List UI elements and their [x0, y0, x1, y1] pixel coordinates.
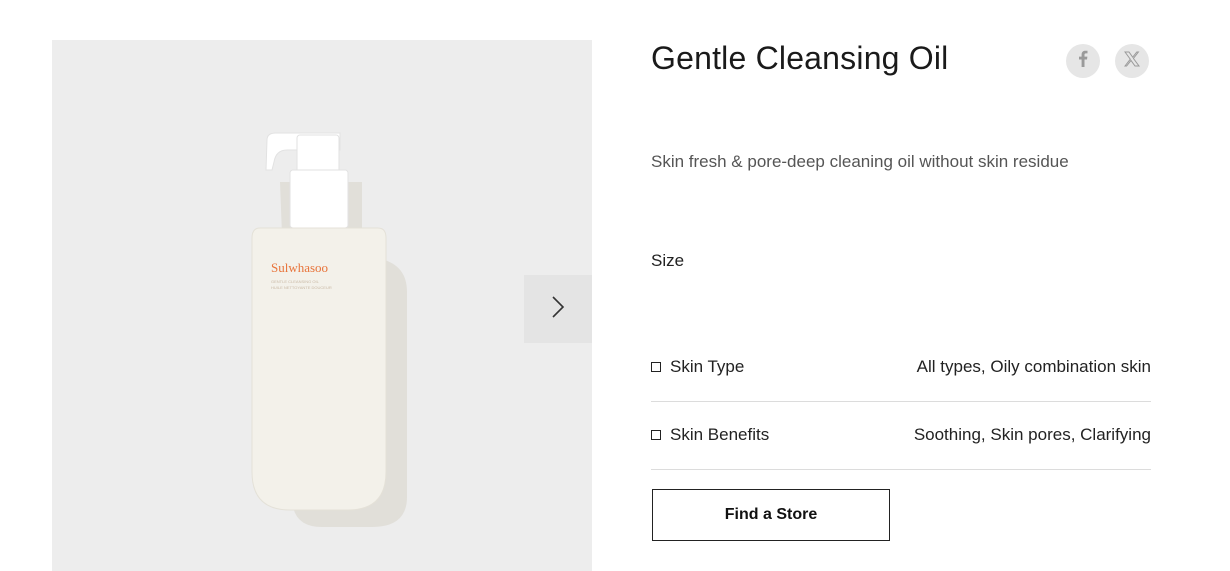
share-x-button[interactable] — [1115, 44, 1149, 78]
attribute-row-skin-benefits: Skin Benefits Soothing, Skin pores, Clar… — [651, 401, 1151, 470]
attribute-row-skin-type: Skin Type All types, Oily combination sk… — [651, 333, 1151, 402]
attribute-value: All types, Oily combination skin — [916, 357, 1151, 376]
product-title: Gentle Cleansing Oil — [651, 40, 949, 76]
find-a-store-button[interactable]: Find a Store — [652, 489, 890, 541]
product-image-gallery: Sulwhasoo GENTLE CLEANSING OIL HUILE NET… — [52, 40, 592, 571]
attribute-value: Soothing, Skin pores, Clarifying — [913, 425, 1151, 444]
share-facebook-button[interactable] — [1066, 44, 1100, 78]
square-bullet-icon — [651, 430, 661, 440]
bottle-brand-text: Sulwhasoo — [271, 260, 328, 275]
attribute-label: Skin Benefits — [670, 425, 770, 444]
size-label: Size — [651, 251, 685, 270]
facebook-icon — [1078, 50, 1088, 72]
attribute-label: Skin Type — [670, 357, 745, 376]
product-bottle-image: Sulwhasoo GENTLE CLEANSING OIL HUILE NET… — [251, 132, 407, 527]
product-description: Skin fresh & pore-deep cleaning oil with… — [651, 152, 1069, 171]
chevron-right-icon — [551, 295, 565, 324]
bottle-small-text-2: HUILE NETTOYANTE DOUCEUR — [271, 285, 332, 290]
x-icon — [1123, 51, 1140, 72]
square-bullet-icon — [651, 362, 661, 372]
gallery-next-button[interactable] — [524, 275, 592, 343]
bottle-small-text-1: GENTLE CLEANSING OIL — [271, 279, 320, 284]
